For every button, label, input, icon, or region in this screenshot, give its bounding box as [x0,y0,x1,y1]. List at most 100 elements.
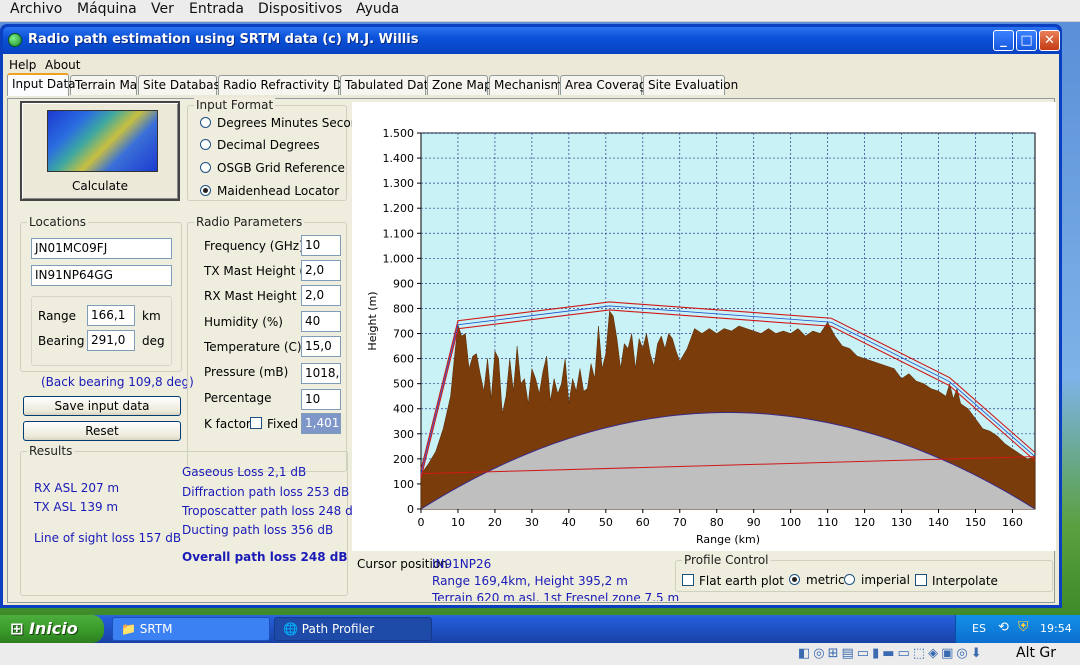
kfactor-label: K factor [204,417,251,431]
radio-icon [844,574,855,585]
minimize-button[interactable]: _ [993,30,1014,51]
x-tick-label: 70 [673,516,687,529]
reset-button[interactable]: Reset [23,421,181,441]
kfactor-fixed-checkbox[interactable] [250,417,262,429]
input-format-caption: Input Format [194,98,276,112]
y-tick-label: 1.400 [383,152,415,165]
tab-input-data[interactable]: Input Data [7,73,76,96]
globe-icon: 🌐 [283,622,298,636]
tab-radio-refractivity[interactable]: Radio Refractivity Data [218,75,362,95]
x-tick-label: 80 [710,516,724,529]
frequency-input[interactable]: 10 [301,235,341,256]
cursor-terrain: Terrain 620 m asl, 1st Fresnel zone 7,5 … [432,591,680,601]
tab-site-evaluation[interactable]: Site Evaluation [643,75,738,95]
bearing-label: Bearing [38,334,85,348]
x-tick-label: 120 [854,516,875,529]
los-loss-text: Line of sight loss 157 dB [34,531,182,545]
tab-tabulated-data[interactable]: Tabulated Data [340,75,436,95]
tx-locator-input[interactable]: JN01MC09FJ [31,238,172,259]
cursor-range-height: Range 169,4km, Height 395,2 m [432,574,628,588]
menu-help[interactable]: Help [9,58,36,72]
app-menu-bar: Help About [3,54,1059,72]
humidity-input[interactable]: 40 [301,311,341,332]
europe-map-thumbnail [47,110,158,172]
y-tick-label: 600 [393,353,414,366]
y-tick-label: 800 [393,302,414,315]
calculate-button[interactable]: Calculate [20,101,180,201]
system-tray: ES ⟲ ⛨ 19:54 [955,615,1080,643]
metric-radio[interactable]: metric [789,573,845,587]
start-button[interactable]: ⊞ Inicio [0,615,104,643]
input-format-group: Input Format Degrees Minutes Seconds Dec… [187,98,372,201]
flat-earth-checkbox[interactable] [682,574,694,586]
radio-icon [200,117,211,128]
bearing-value[interactable]: 291,0 [87,330,135,351]
path-profile-chart[interactable]: 0 10 20 30 40 50 60 70 80 90 100 110 120 130 140 150 160… [352,102,1056,551]
host-menu-archivo[interactable]: Archivo [10,1,62,17]
x-tick-label: 130 [891,516,912,529]
close-button[interactable]: ✕ [1039,30,1060,51]
security-shield-icon[interactable]: ⛨ [1018,619,1029,635]
x-tick-label: 20 [488,516,502,529]
vm-device-icons[interactable]: ◧◎⊞▤▭▮▬▭⬚◈▣◎⬇ [798,646,985,661]
tx-mast-input[interactable]: 2,0 [301,260,341,281]
tab-area-coverage[interactable]: Area Coverage [560,75,654,95]
troposcatter-loss-text: Troposcatter path loss 248 dB [182,504,361,518]
language-indicator[interactable]: ES [972,622,986,635]
title-bar[interactable]: Radio path estimation using SRTM data (c… [3,27,1060,54]
x-tick-label: 100 [780,516,801,529]
tab-zone-map[interactable]: Zone Map [427,75,492,95]
temperature-label: Temperature (C) [204,340,302,354]
rx-mast-input[interactable]: 2,0 [301,285,341,306]
pressure-label: Pressure (mB) [204,365,289,379]
x-axis-label: Range (km) [696,533,760,546]
interpolate-label: Interpolate [932,574,998,588]
maximize-button[interactable]: □ [1016,30,1037,51]
host-menu-ayuda[interactable]: Ayuda [356,1,399,17]
temperature-input[interactable]: 15,0 [301,336,341,357]
menu-about[interactable]: About [45,58,80,72]
interpolate-checkbox[interactable] [915,574,927,586]
clock[interactable]: 19:54 [1040,622,1072,635]
save-input-button[interactable]: Save input data [23,396,181,416]
range-unit: km [142,309,161,323]
flat-earth-label: Flat earth plot [699,574,784,588]
tab-mechanisms[interactable]: Mechanisms [489,75,568,95]
y-tick-label: 1.000 [383,252,415,265]
radio-selected-icon [789,574,800,585]
format-osgb-radio[interactable]: OSGB Grid Reference [200,161,345,175]
format-decimal-radio[interactable]: Decimal Degrees [200,138,320,152]
y-tick-label: 700 [393,328,414,341]
taskbar-path-profiler[interactable]: 🌐 Path Profiler [274,617,432,641]
host-menu-dispositivos[interactable]: Dispositivos [258,1,342,17]
format-maidenhead-radio[interactable]: Maidenhead Locator [200,184,339,198]
windows-flag-icon: ⊞ [10,619,24,638]
frequency-label: Frequency (GHz) [204,239,304,253]
tab-site-database[interactable]: Site Database [138,75,227,95]
y-tick-label: 200 [393,453,414,466]
host-menu-maquina[interactable]: Máquina [77,1,137,17]
gaseous-loss-text: Gaseous Loss 2,1 dB [182,465,307,479]
x-tick-label: 150 [965,516,986,529]
rx-locator-input[interactable]: IN91NP64GG [31,265,172,286]
percentage-label: Percentage [204,391,272,405]
y-tick-label: 1.200 [383,202,415,215]
percentage-input[interactable]: 10 [301,389,341,410]
x-tick-label: 30 [525,516,539,529]
format-dms-radio[interactable]: Degrees Minutes Seconds [200,116,372,130]
imperial-radio[interactable]: imperial [844,573,910,587]
y-tick-label: 100 [393,478,414,491]
taskbar-srtm[interactable]: 📁 SRTM [112,617,270,641]
host-menu-ver[interactable]: Ver [151,1,174,17]
overall-loss-text: Overall path loss 248 dB [182,550,348,564]
app-globe-icon [8,33,22,47]
x-tick-label: 160 [1002,516,1023,529]
x-tick-label: 140 [928,516,949,529]
range-value[interactable]: 166,1 [87,305,135,326]
locations-group: Locations JN01MC09FJ IN91NP64GG Range 16… [20,215,194,389]
host-menu-entrada[interactable]: Entrada [189,1,244,17]
network-icon[interactable]: ⟲ [998,620,1009,635]
tab-terrain-map[interactable]: Terrain Map [70,75,145,95]
profile-control-group: Profile Control Flat earth plot metric i… [675,553,1053,592]
pressure-input[interactable]: 1018,0 [301,363,341,384]
